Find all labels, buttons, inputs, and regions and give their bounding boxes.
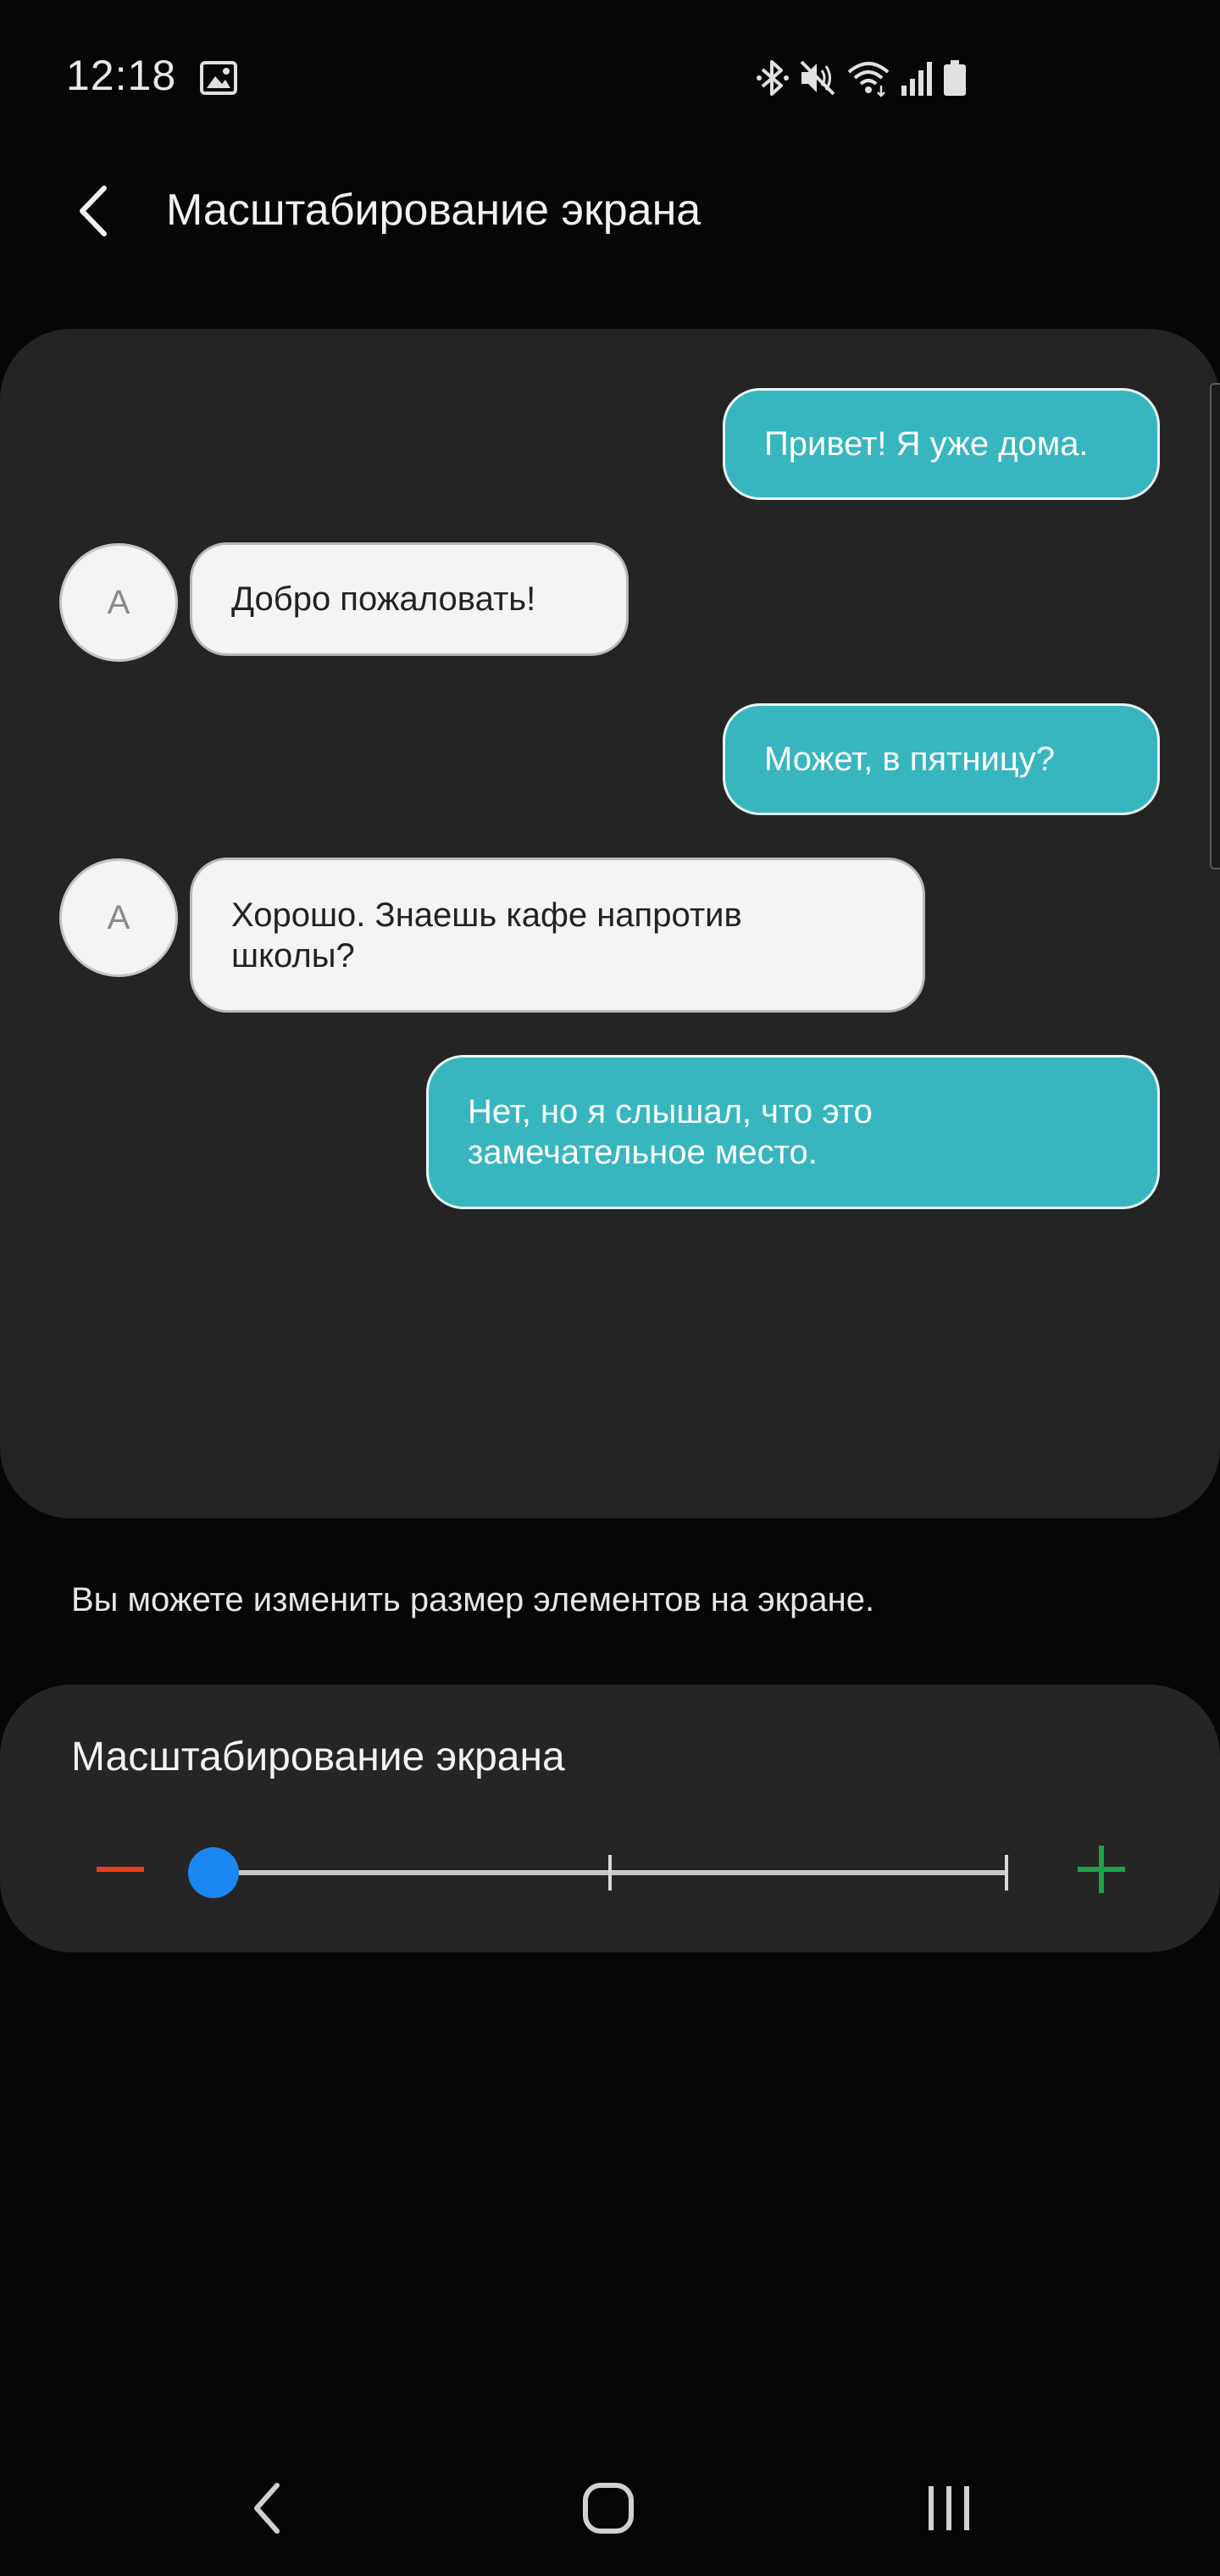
zoom-in-button[interactable] bbox=[1066, 1834, 1137, 1905]
wifi-icon bbox=[846, 58, 891, 97]
nav-home-icon bbox=[583, 2483, 634, 2534]
status-bar: 12:18 bbox=[0, 0, 1220, 156]
zoom-slider[interactable] bbox=[188, 1847, 1008, 1898]
nav-recents-button[interactable] bbox=[898, 2466, 1000, 2551]
message-bubble-outgoing: Привет! Я уже дома. bbox=[723, 388, 1160, 500]
avatar: A bbox=[59, 543, 178, 662]
slider-thumb[interactable] bbox=[188, 1847, 239, 1898]
plus-icon bbox=[1078, 1846, 1125, 1893]
back-button[interactable] bbox=[59, 173, 127, 249]
message-bubble-outgoing: Может, в пятницу? bbox=[723, 703, 1160, 815]
slider-tick bbox=[1005, 1855, 1008, 1890]
zoom-title: Масштабирование экрана bbox=[71, 1735, 565, 1779]
slider-tick bbox=[608, 1855, 612, 1890]
back-arrow-icon bbox=[80, 186, 107, 236]
gallery-icon bbox=[200, 61, 237, 95]
signal-icon bbox=[900, 58, 934, 97]
message-bubble-outgoing: Нет, но я слышал, что это замечательное … bbox=[426, 1055, 1160, 1209]
nav-back-icon bbox=[254, 2483, 280, 2534]
status-time: 12:18 bbox=[66, 52, 177, 99]
message-bubble-incoming: Добро пожаловать! bbox=[190, 542, 629, 656]
page-title: Масштабирование экрана bbox=[166, 186, 702, 235]
minus-icon bbox=[97, 1867, 144, 1872]
battery-icon bbox=[942, 58, 968, 97]
app-bar: Масштабирование экрана bbox=[0, 156, 1220, 266]
zoom-card: Масштабирование экрана bbox=[0, 1685, 1220, 1952]
nav-recents-icon bbox=[929, 2486, 969, 2530]
zoom-out-button[interactable] bbox=[85, 1834, 156, 1905]
mute-icon bbox=[798, 58, 837, 97]
avatar: A bbox=[59, 858, 178, 977]
nav-home-button[interactable] bbox=[557, 2466, 659, 2551]
description-text: Вы можете изменить размер элементов на э… bbox=[71, 1581, 875, 1618]
scroll-indicator[interactable] bbox=[1210, 383, 1220, 869]
nav-back-button[interactable] bbox=[216, 2466, 318, 2551]
status-icons bbox=[756, 56, 968, 100]
bluetooth-icon bbox=[756, 58, 790, 97]
navigation-bar bbox=[0, 2440, 1220, 2576]
message-bubble-incoming: Хорошо. Знаешь кафе напротив школы? bbox=[190, 858, 925, 1013]
